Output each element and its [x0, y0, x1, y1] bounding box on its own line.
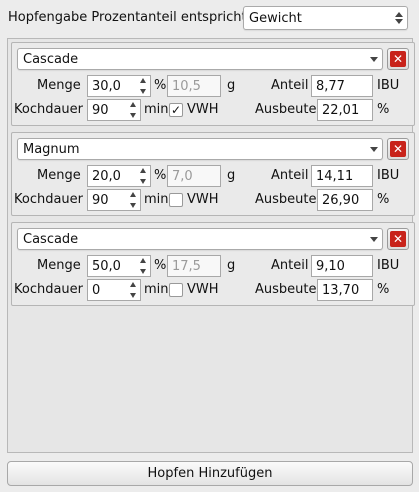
gramm-value: 17,5	[172, 258, 201, 274]
ibu-unit: IBU	[377, 168, 400, 183]
gramm-unit: g	[227, 258, 236, 273]
menge-spinbox[interactable]: 30,0	[87, 75, 151, 97]
menge-label: Menge	[37, 258, 81, 273]
spinner-arrows-icon[interactable]	[128, 192, 138, 208]
hop-variety-value: Cascade	[23, 51, 79, 67]
vwh-label: VWH	[187, 282, 219, 297]
ausbeute-unit: %	[377, 102, 390, 117]
gramm-value: 7,0	[172, 168, 193, 184]
hop-percent-basis-label: Hopfengabe Prozentanteil entspricht	[8, 10, 247, 25]
anteil-value: 9,10	[316, 258, 345, 274]
ausbeute-value: 22,01	[322, 102, 360, 118]
spinner-arrows-icon[interactable]	[138, 168, 148, 184]
gramm-field: 7,0	[167, 165, 221, 187]
percent-unit: %	[154, 168, 167, 183]
anteil-field[interactable]: 14,11	[311, 165, 373, 187]
hops-list-panel: Cascade ✕ Menge 30,0 % 10,5 g Anteil 8,7…	[7, 38, 415, 453]
spinner-arrows-icon[interactable]	[128, 102, 138, 118]
spinner-arrows-icon[interactable]	[138, 258, 148, 274]
gramm-field: 17,5	[167, 255, 221, 277]
kochdauer-spinbox[interactable]: 0	[87, 279, 141, 301]
delete-hop-button[interactable]: ✕	[387, 228, 409, 250]
kochdauer-spinbox[interactable]: 90	[87, 189, 141, 211]
ausbeute-unit: %	[377, 282, 390, 297]
vwh-label: VWH	[187, 102, 219, 117]
ausbeute-field[interactable]: 22,01	[317, 99, 373, 121]
anteil-label: Anteil	[271, 78, 309, 93]
hop-variety-value: Magnum	[23, 141, 80, 157]
ausbeute-unit: %	[377, 192, 390, 207]
hop-variety-select[interactable]: Cascade	[17, 228, 383, 250]
add-hop-button[interactable]: Hopfen Hinzufügen	[7, 461, 413, 486]
percent-basis-select[interactable]: Gewicht	[243, 6, 408, 30]
anteil-value: 8,77	[316, 78, 345, 94]
add-hop-button-label: Hopfen Hinzufügen	[147, 466, 273, 481]
anteil-field[interactable]: 8,77	[311, 75, 373, 97]
updown-arrows-icon	[395, 7, 403, 29]
kochdauer-label: Kochdauer	[14, 102, 84, 117]
ausbeute-label: Ausbeute	[255, 102, 317, 117]
min-unit: min	[144, 192, 169, 207]
anteil-value: 14,11	[316, 168, 354, 184]
ibu-unit: IBU	[377, 78, 400, 93]
kochdauer-value: 90	[92, 102, 109, 118]
chevron-down-icon	[370, 49, 378, 69]
percent-unit: %	[154, 78, 167, 93]
gramm-unit: g	[227, 168, 236, 183]
delete-hop-button[interactable]: ✕	[387, 138, 409, 160]
gramm-value: 10,5	[172, 78, 201, 94]
gramm-field: 10,5	[167, 75, 221, 97]
chevron-down-icon	[370, 139, 378, 159]
hop-variety-value: Cascade	[23, 231, 79, 247]
spinner-arrows-icon[interactable]	[128, 282, 138, 298]
menge-spinbox[interactable]: 50,0	[87, 255, 151, 277]
ibu-unit: IBU	[377, 258, 400, 273]
gramm-unit: g	[227, 78, 236, 93]
anteil-label: Anteil	[271, 258, 309, 273]
kochdauer-label: Kochdauer	[14, 192, 84, 207]
kochdauer-value: 0	[92, 282, 101, 298]
ausbeute-label: Ausbeute	[255, 192, 317, 207]
menge-value: 50,0	[92, 258, 121, 274]
close-icon: ✕	[390, 51, 406, 67]
ausbeute-label: Ausbeute	[255, 282, 317, 297]
menge-label: Menge	[37, 78, 81, 93]
kochdauer-label: Kochdauer	[14, 282, 84, 297]
ausbeute-field[interactable]: 26,90	[317, 189, 373, 211]
hop-group-3: Cascade ✕ Menge 50,0 % 17,5 g Anteil 9,1…	[11, 222, 415, 306]
vwh-checkbox[interactable]	[169, 193, 183, 207]
close-icon: ✕	[390, 231, 406, 247]
vwh-checkbox[interactable]	[169, 283, 183, 297]
chevron-down-icon	[370, 229, 378, 249]
anteil-field[interactable]: 9,10	[311, 255, 373, 277]
delete-hop-button[interactable]: ✕	[387, 48, 409, 70]
ausbeute-value: 26,90	[322, 192, 360, 208]
menge-value: 30,0	[92, 78, 121, 94]
spinner-arrows-icon[interactable]	[138, 78, 148, 94]
hop-variety-select[interactable]: Cascade	[17, 48, 383, 70]
min-unit: min	[144, 102, 169, 117]
percent-unit: %	[154, 258, 167, 273]
hop-variety-select[interactable]: Magnum	[17, 138, 383, 160]
hop-group-2: Magnum ✕ Menge 20,0 % 7,0 g Anteil 14,11…	[11, 132, 415, 216]
menge-spinbox[interactable]: 20,0	[87, 165, 151, 187]
hop-group-1: Cascade ✕ Menge 30,0 % 10,5 g Anteil 8,7…	[11, 42, 415, 126]
ausbeute-value: 13,70	[322, 282, 360, 298]
anteil-label: Anteil	[271, 168, 309, 183]
kochdauer-spinbox[interactable]: 90	[87, 99, 141, 121]
vwh-label: VWH	[187, 192, 219, 207]
menge-label: Menge	[37, 168, 81, 183]
close-icon: ✕	[390, 141, 406, 157]
kochdauer-value: 90	[92, 192, 109, 208]
vwh-checkbox[interactable]: ✓	[169, 103, 183, 117]
menge-value: 20,0	[92, 168, 121, 184]
ausbeute-field[interactable]: 13,70	[317, 279, 373, 301]
percent-basis-value: Gewicht	[249, 10, 302, 26]
min-unit: min	[144, 282, 169, 297]
